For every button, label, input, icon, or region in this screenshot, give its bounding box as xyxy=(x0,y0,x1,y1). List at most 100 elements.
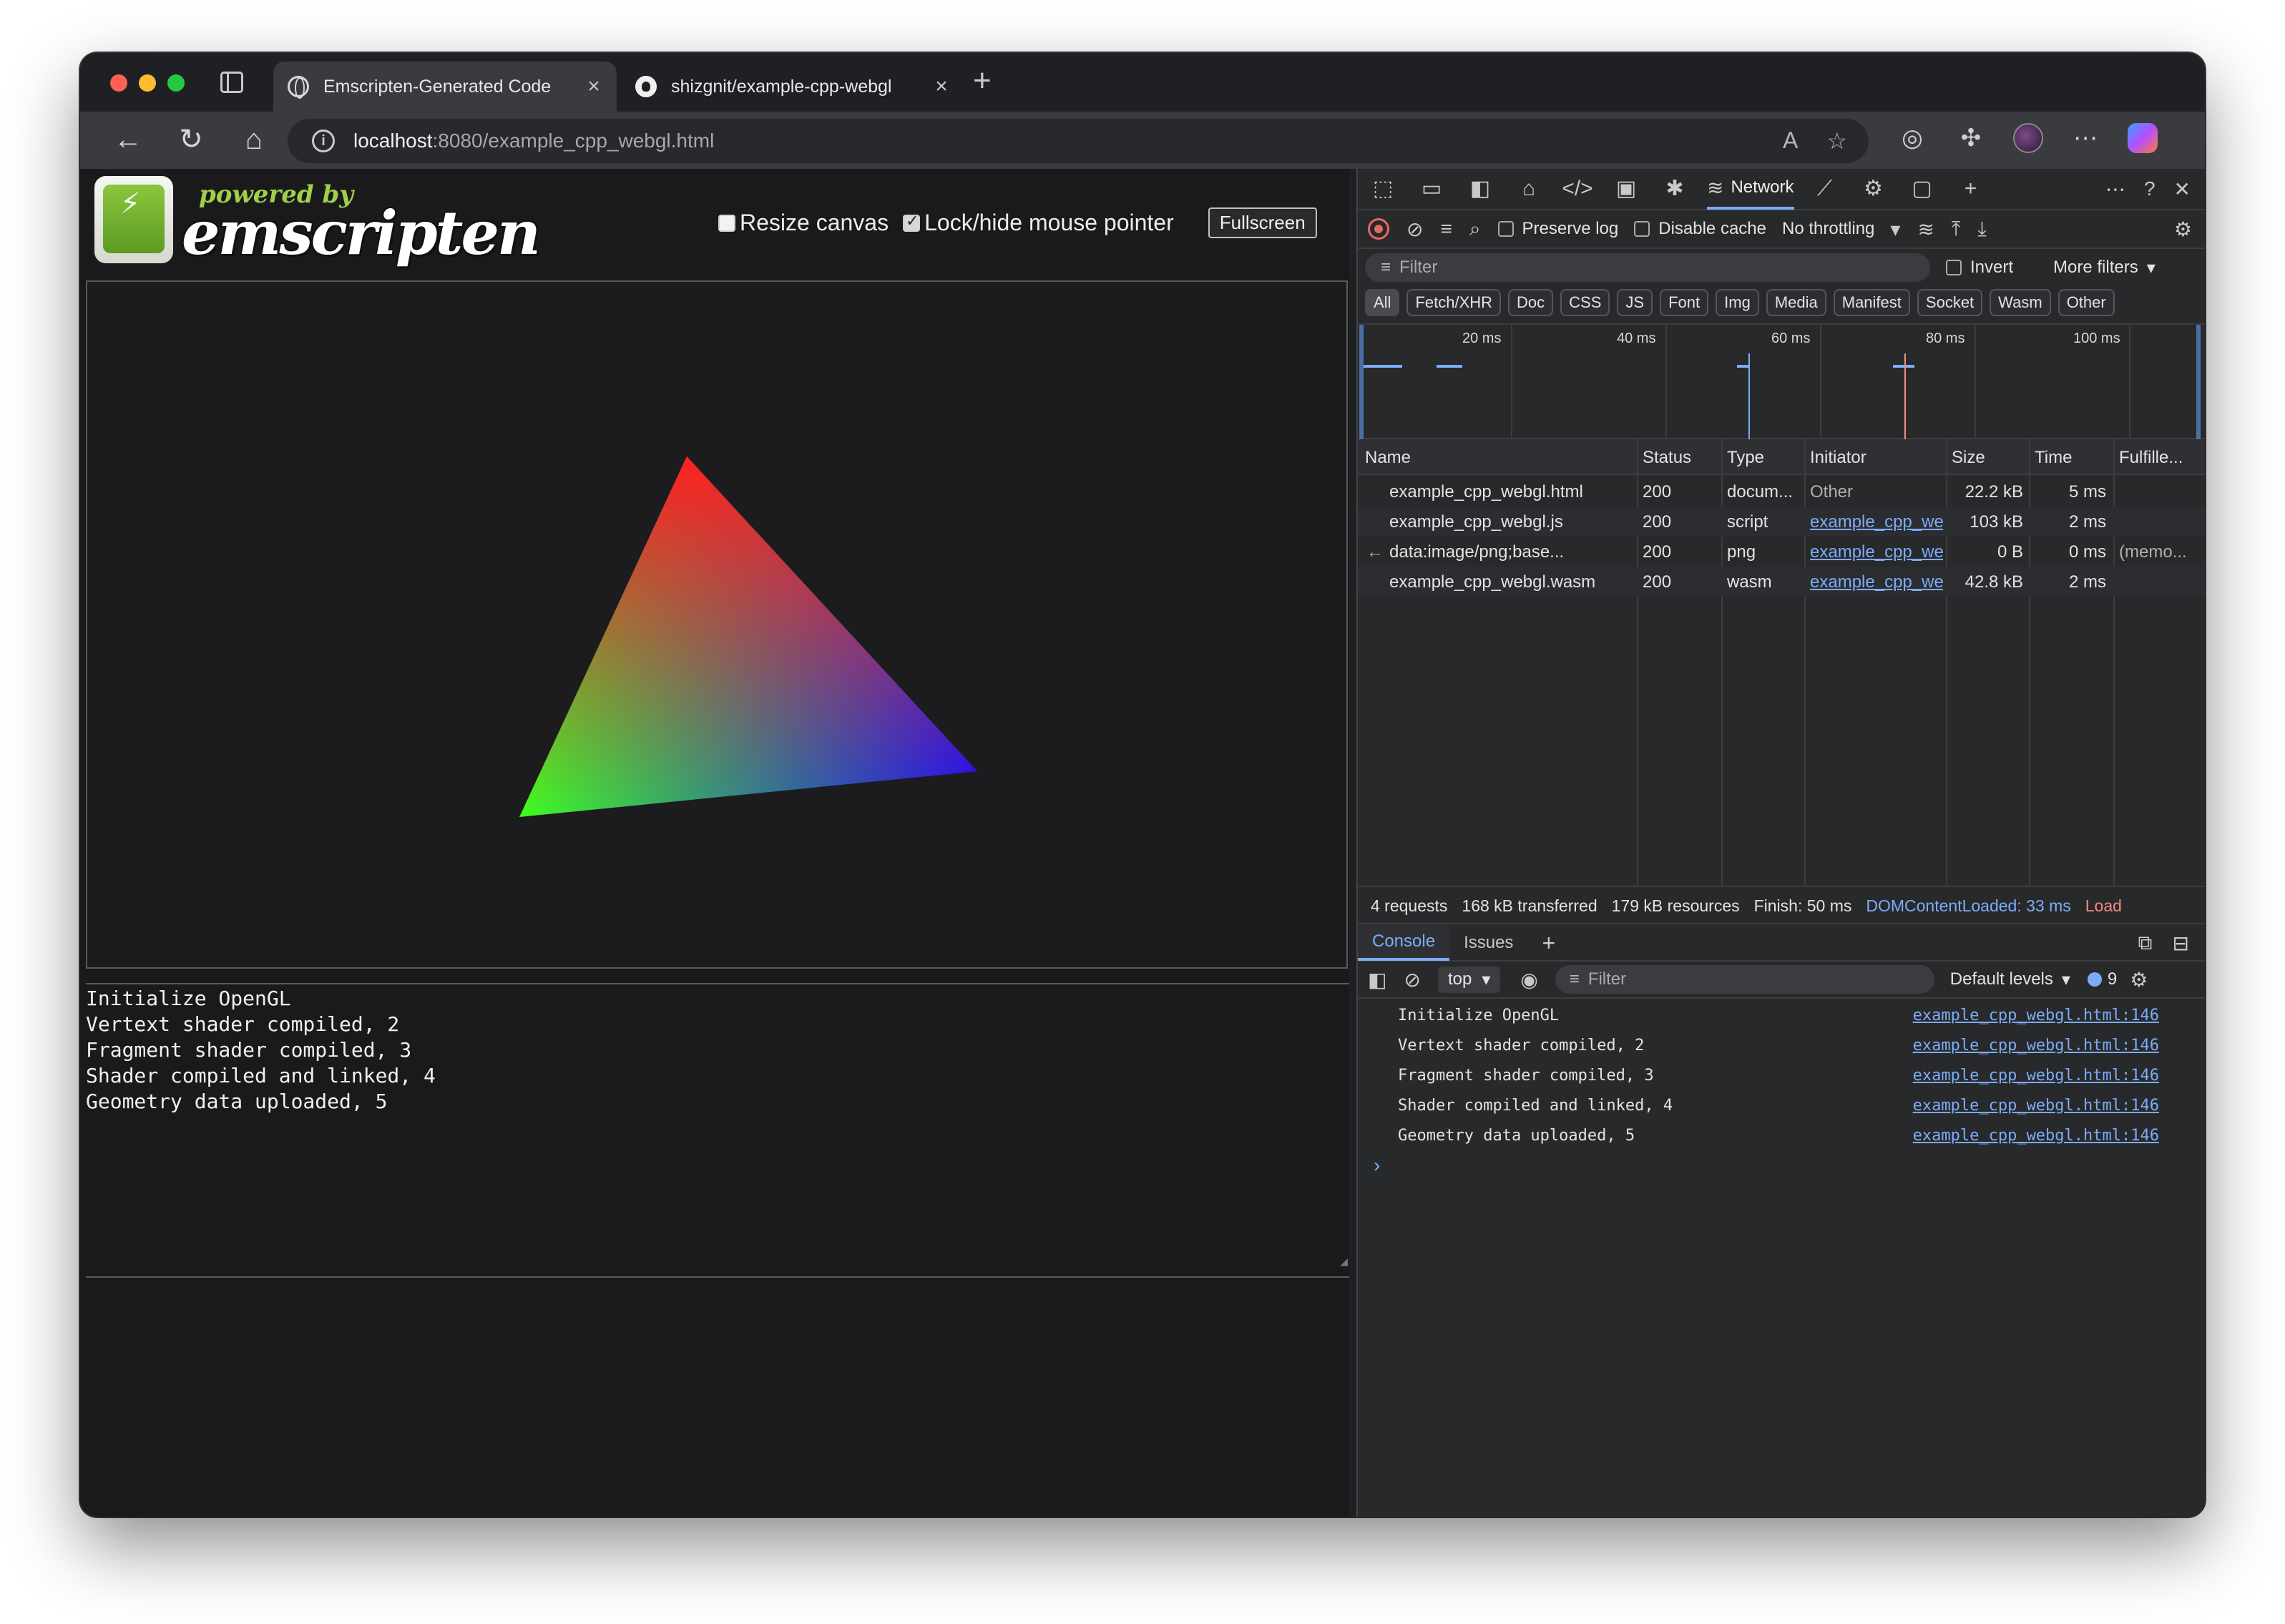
table-row[interactable]: ← data:image/png;base... 200 png example… xyxy=(1358,537,2205,567)
output-console[interactable]: Initialize OpenGL Vertext shader compile… xyxy=(86,983,1349,1278)
column-header-status[interactable]: Status xyxy=(1643,448,1691,468)
chip-other[interactable]: Other xyxy=(2058,289,2115,316)
chip-media[interactable]: Media xyxy=(1766,289,1826,316)
network-settings-gear-icon[interactable]: ⚙ xyxy=(2174,217,2192,241)
invert-checkbox[interactable] xyxy=(1946,260,1962,275)
extensions-puzzle-icon[interactable]: ✣ xyxy=(1954,122,1987,155)
console-message-source-link[interactable]: example_cpp_webgl.html:146 xyxy=(1913,1127,2159,1145)
tab-console[interactable]: Console xyxy=(1358,925,1450,961)
more-filters-button[interactable]: More filters ▾ xyxy=(2053,258,2156,278)
lock-pointer-option[interactable]: Lock/hide mouse pointer xyxy=(903,210,1174,236)
clear-icon[interactable]: ⊘ xyxy=(1406,217,1423,241)
reload-icon[interactable]: ↻ xyxy=(173,122,209,157)
close-window-button[interactable] xyxy=(110,74,127,92)
add-drawer-tab-icon[interactable]: + xyxy=(1527,925,1570,961)
more-menu-icon[interactable]: ⋯ xyxy=(2069,122,2102,155)
context-select[interactable]: top ▾ xyxy=(1437,966,1501,993)
resize-grip-icon[interactable]: ◢ xyxy=(1340,1249,1348,1275)
chip-socket[interactable]: Socket xyxy=(1917,289,1983,316)
performance-icon[interactable]: ⟋ xyxy=(1809,172,1841,205)
favorite-star-icon[interactable]: ☆ xyxy=(1826,127,1847,155)
memory-gear-icon[interactable]: ⚙ xyxy=(1857,172,1890,205)
cell-initiator-link[interactable]: example_cpp_we xyxy=(1810,572,1943,592)
invert-option[interactable]: Invert xyxy=(1946,258,2013,278)
inspect-element-icon[interactable]: ⬚ xyxy=(1366,172,1399,205)
throttling-select[interactable]: No throttling xyxy=(1782,219,1874,239)
console-message-source-link[interactable]: example_cpp_webgl.html:146 xyxy=(1913,1007,2159,1024)
table-row[interactable]: example_cpp_webgl.wasm 200 wasm example_… xyxy=(1358,567,2205,597)
column-header-type[interactable]: Type xyxy=(1727,448,1764,468)
device-toolbar-icon[interactable]: ▭ xyxy=(1415,172,1448,205)
console-message-source-link[interactable]: example_cpp_webgl.html:146 xyxy=(1913,1067,2159,1085)
dock-side-icon[interactable]: ◧ xyxy=(1464,172,1497,205)
elements-icon[interactable]: </> xyxy=(1561,172,1594,205)
chip-js[interactable]: JS xyxy=(1617,289,1653,316)
back-arrow-icon[interactable]: ← xyxy=(110,122,146,157)
filter-toggle-icon[interactable]: ≡ xyxy=(1440,217,1452,240)
message-count-badge[interactable]: 9 xyxy=(2087,969,2117,989)
chip-doc[interactable]: Doc xyxy=(1508,289,1554,316)
close-devtools-icon[interactable]: ✕ xyxy=(2174,177,2191,201)
tab-actions-icon[interactable] xyxy=(220,72,243,93)
lock-pointer-checkbox[interactable] xyxy=(903,212,921,232)
profile-avatar[interactable] xyxy=(2013,123,2043,153)
preserve-log-checkbox[interactable] xyxy=(1497,221,1514,237)
clear-console-icon[interactable]: ⊘ xyxy=(1404,968,1420,992)
chip-font[interactable]: Font xyxy=(1660,289,1709,316)
timeline-left-handle[interactable] xyxy=(1359,325,1364,439)
copilot-icon[interactable] xyxy=(2128,123,2158,153)
console-filter-input[interactable]: ≡ Filter xyxy=(1555,965,1934,994)
disable-cache-checkbox[interactable] xyxy=(1634,221,1650,237)
resize-canvas-option[interactable]: Resize canvas xyxy=(718,210,889,236)
maximize-window-button[interactable] xyxy=(167,74,185,92)
devtools-more-icon[interactable]: ⋯ xyxy=(2105,177,2125,201)
live-expression-eye-icon[interactable]: ◉ xyxy=(1520,968,1537,992)
console-message-source-link[interactable]: example_cpp_webgl.html:146 xyxy=(1913,1037,2159,1055)
timeline-right-handle[interactable] xyxy=(2196,325,2201,439)
site-info-icon[interactable]: i xyxy=(312,129,335,152)
fullscreen-button[interactable]: Fullscreen xyxy=(1208,207,1317,238)
chevron-down-icon[interactable]: ▾ xyxy=(1890,217,1900,241)
welcome-home-icon[interactable]: ⌂ xyxy=(1512,172,1545,205)
column-header-size[interactable]: Size xyxy=(1952,448,1985,468)
home-icon[interactable]: ⌂ xyxy=(236,122,272,157)
console-prompt[interactable]: › xyxy=(1358,1150,2205,1180)
import-har-icon[interactable]: ⤒ xyxy=(1952,217,1960,241)
sources-bug-icon[interactable]: ✱ xyxy=(1658,172,1691,205)
chip-all[interactable]: All xyxy=(1365,289,1400,316)
column-header-initiator[interactable]: Initiator xyxy=(1810,448,1866,468)
table-row[interactable]: example_cpp_webgl.js 200 script example_… xyxy=(1358,507,2205,537)
network-conditions-icon[interactable]: ≋ xyxy=(1917,217,1934,241)
address-bar[interactable]: i localhost :8080/example_cpp_webgl.html… xyxy=(288,119,1869,163)
log-levels-select[interactable]: Default levels ▾ xyxy=(1950,969,2070,990)
chip-fetch-xhr[interactable]: Fetch/XHR xyxy=(1406,289,1502,316)
chip-css[interactable]: CSS xyxy=(1560,289,1610,316)
chip-wasm[interactable]: Wasm xyxy=(1990,289,2051,316)
export-har-icon[interactable]: ⤓ xyxy=(1977,217,1986,241)
tab-github[interactable]: shizgnit/example-cpp-webgl × xyxy=(621,62,964,112)
minimize-window-button[interactable] xyxy=(139,74,156,92)
undock-drawer-icon[interactable]: ⧉ xyxy=(2138,931,2153,955)
help-icon[interactable]: ? xyxy=(2144,177,2156,201)
cell-initiator-link[interactable]: example_cpp_we xyxy=(1810,542,1943,562)
close-drawer-icon[interactable]: ⊟ xyxy=(2173,931,2189,955)
tab-network[interactable]: ≋ Network xyxy=(1707,168,1794,210)
tab-close-icon[interactable]: × xyxy=(581,74,607,99)
console-panel-icon[interactable]: ▣ xyxy=(1610,172,1643,205)
column-header-time[interactable]: Time xyxy=(2035,448,2072,468)
more-tools-plus-icon[interactable]: + xyxy=(1954,172,1987,205)
webgl-canvas[interactable] xyxy=(86,280,1348,969)
read-aloud-icon[interactable]: A xyxy=(1783,127,1798,155)
record-button[interactable] xyxy=(1368,218,1389,240)
search-icon[interactable]: ⌕ xyxy=(1469,217,1481,241)
resize-canvas-checkbox[interactable] xyxy=(718,214,735,232)
console-message-source-link[interactable]: example_cpp_webgl.html:146 xyxy=(1913,1097,2159,1115)
console-settings-gear-icon[interactable]: ⚙ xyxy=(2130,968,2148,992)
column-header-name[interactable]: Name xyxy=(1365,448,1411,468)
table-row[interactable]: example_cpp_webgl.html 200 docum... Othe… xyxy=(1358,476,2205,507)
new-tab-button[interactable]: + xyxy=(973,63,992,99)
network-timeline[interactable]: 20 ms 40 ms 60 ms 80 ms 100 ms xyxy=(1358,323,2205,439)
application-icon[interactable]: ▢ xyxy=(1906,172,1939,205)
tab-issues[interactable]: Issues xyxy=(1449,925,1527,961)
console-sidebar-icon[interactable]: ◧ xyxy=(1368,968,1386,992)
